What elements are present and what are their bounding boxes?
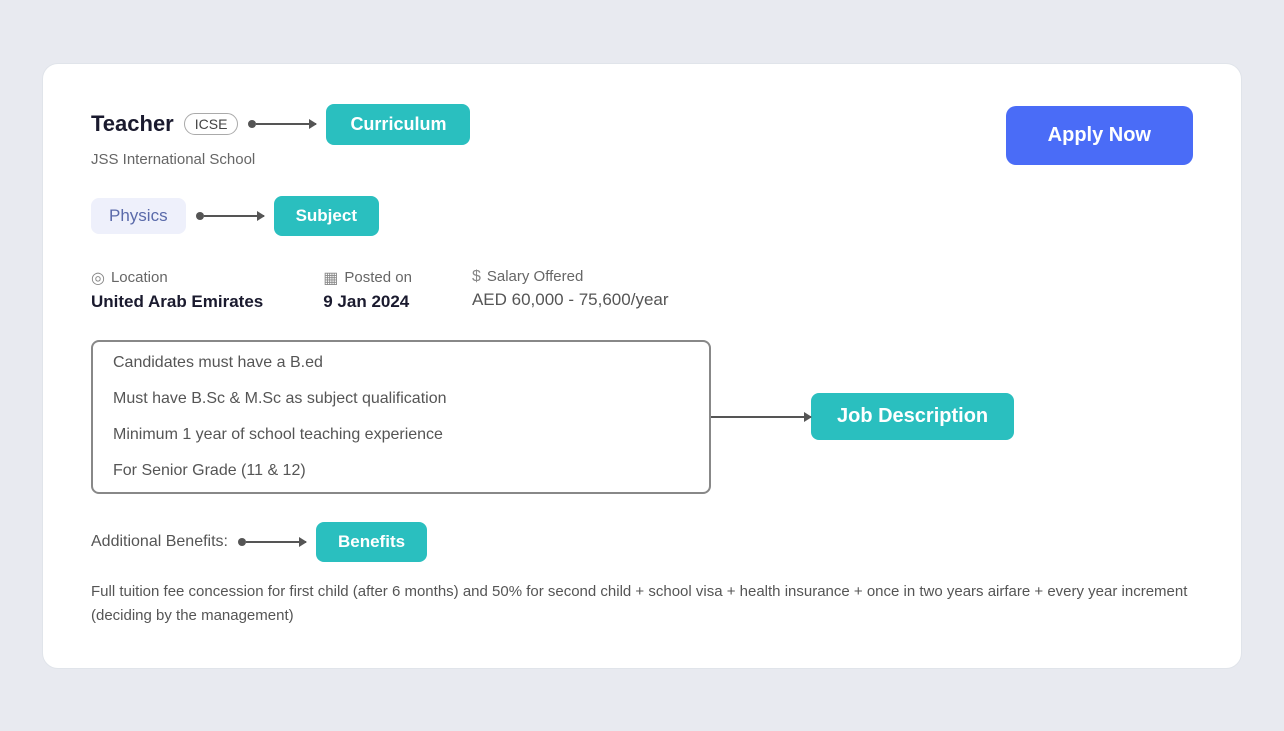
salary-item: $ Salary Offered AED 60,000 - 75,600/yea… — [472, 268, 669, 310]
header-row: Teacher ICSE Curriculum JSS Internationa… — [91, 104, 1193, 168]
info-row: ◎ Location United Arab Emirates ▦ Posted… — [91, 268, 1193, 312]
title-row: Teacher ICSE Curriculum — [91, 104, 470, 145]
curriculum-button[interactable]: Curriculum — [326, 104, 470, 145]
salary-value: AED 60,000 - 75,600/year — [472, 290, 669, 310]
benefits-arrow-line — [246, 541, 306, 543]
benefits-arrow — [238, 538, 306, 546]
subject-arrow-dot — [196, 212, 204, 220]
school-name: JSS International School — [91, 151, 470, 168]
salary-icon: $ — [472, 268, 481, 286]
benefits-section: Additional Benefits: Benefits Full tuiti… — [91, 522, 1193, 628]
header-left: Teacher ICSE Curriculum JSS Internationa… — [91, 104, 470, 168]
posted-item: ▦ Posted on 9 Jan 2024 — [323, 268, 412, 312]
subject-arrow-line — [204, 215, 264, 217]
benefits-row: Additional Benefits: Benefits — [91, 522, 1193, 562]
job-desc-item: Minimum 1 year of school teaching experi… — [113, 426, 689, 444]
job-desc-arrow-line — [711, 416, 811, 418]
subject-row: Physics Subject — [91, 196, 1193, 236]
curriculum-arrow — [248, 120, 316, 128]
subject-button[interactable]: Subject — [274, 196, 379, 236]
apply-now-button[interactable]: Apply Now — [1006, 106, 1193, 165]
job-desc-arrow — [711, 416, 811, 418]
teacher-label: Teacher — [91, 111, 174, 137]
benefits-arrow-dot — [238, 538, 246, 546]
job-card: Teacher ICSE Curriculum JSS Internationa… — [42, 63, 1242, 669]
benefits-text: Full tuition fee concession for first ch… — [91, 580, 1193, 628]
arrow-dot — [248, 120, 256, 128]
icse-badge: ICSE — [184, 113, 239, 135]
job-desc-item: Candidates must have a B.ed — [113, 354, 689, 372]
arrow-line — [256, 123, 316, 125]
job-desc-item: Must have B.Sc & M.Sc as subject qualifi… — [113, 390, 689, 408]
location-value: United Arab Emirates — [91, 292, 263, 312]
job-desc-items: Candidates must have a B.ed Must have B.… — [93, 354, 709, 480]
posted-label: ▦ Posted on — [323, 268, 412, 288]
job-desc-bracket-box: Candidates must have a B.ed Must have B.… — [91, 340, 711, 494]
location-icon: ◎ — [91, 268, 105, 288]
posted-value: 9 Jan 2024 — [323, 292, 412, 312]
subject-arrow — [196, 212, 264, 220]
benefits-button[interactable]: Benefits — [316, 522, 427, 562]
benefits-label: Additional Benefits: — [91, 533, 228, 551]
salary-label: $ Salary Offered — [472, 268, 669, 286]
job-desc-box-and-label: Candidates must have a B.ed Must have B.… — [91, 340, 1193, 494]
location-item: ◎ Location United Arab Emirates — [91, 268, 263, 312]
location-label: ◎ Location — [91, 268, 263, 288]
calendar-icon: ▦ — [323, 268, 338, 288]
physics-badge: Physics — [91, 198, 186, 234]
job-description-section: Candidates must have a B.ed Must have B.… — [91, 340, 1193, 494]
job-description-button[interactable]: Job Description — [811, 393, 1014, 440]
job-desc-item: For Senior Grade (11 & 12) — [113, 462, 689, 480]
